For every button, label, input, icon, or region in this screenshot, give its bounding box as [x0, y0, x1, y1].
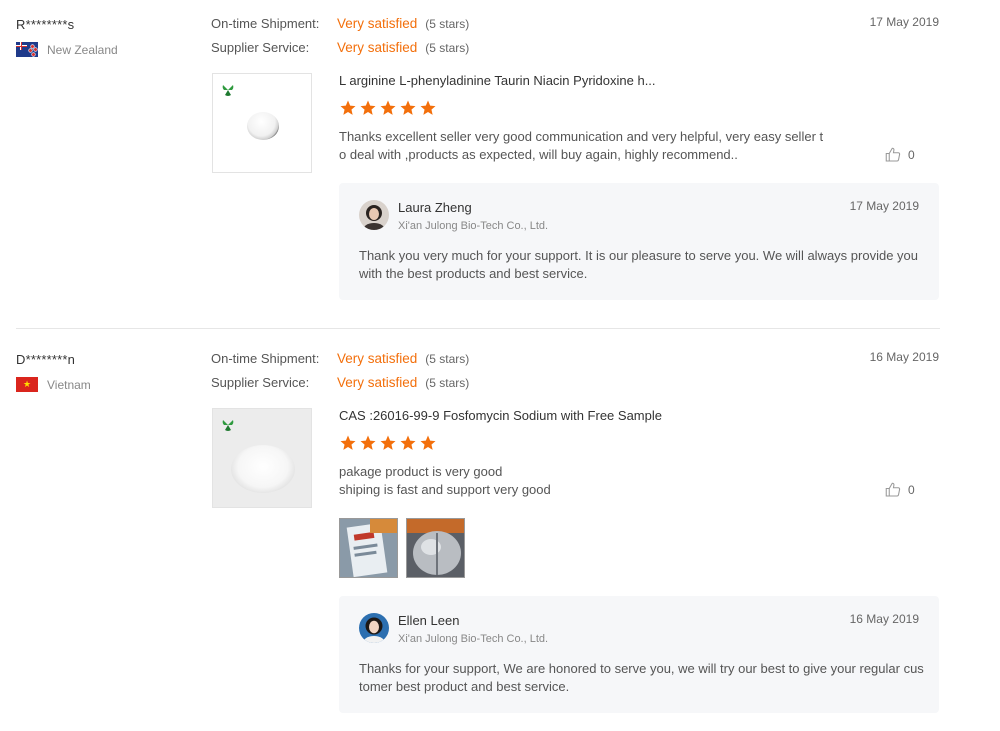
rating-stars-text: (5 stars) — [425, 352, 470, 366]
review-date: 17 May 2019 — [869, 15, 939, 29]
review-star-rating — [339, 99, 437, 117]
supplier-reply: Ellen Leen Xi'an Julong Bio-Tech Co., Lt… — [339, 596, 939, 713]
product-image — [231, 445, 295, 493]
reply-company: Xi'an Julong Bio-Tech Co., Ltd. — [398, 633, 549, 645]
review-text: Thanks excellent seller very good commun… — [339, 129, 824, 162]
star-icon — [360, 435, 376, 450]
new-zealand-flag-icon — [16, 42, 38, 57]
buyer-name: R********s — [16, 17, 75, 32]
reply-author-name: Laura Zheng — [398, 200, 472, 215]
rating-label: On-time Shipment: — [211, 351, 320, 366]
company-logo-icon — [222, 420, 234, 431]
star-icon — [340, 435, 356, 450]
review-photo[interactable] — [339, 518, 398, 578]
reply-date: 16 May 2019 — [849, 612, 919, 626]
rating-stars-text: (5 stars) — [425, 17, 470, 31]
star-icon — [420, 435, 436, 450]
rating-label: Supplier Service: — [211, 40, 310, 55]
star-icon — [420, 100, 436, 115]
buyer-country: ★ Vietnam — [16, 377, 91, 392]
supplier-reply: Laura Zheng Xi'an Julong Bio-Tech Co., L… — [339, 183, 939, 300]
product-title-link[interactable]: CAS :26016-99-9 Fosfomycin Sodium with F… — [339, 408, 662, 423]
review-text: pakage product is very good shiping is f… — [339, 463, 829, 499]
reply-text: Thank you very much for your support. It… — [359, 248, 919, 281]
rating-stars-text: (5 stars) — [425, 41, 470, 55]
vietnam-flag-icon: ★ — [16, 377, 38, 392]
star-icon — [380, 435, 396, 450]
rating-value: Very satisfied — [337, 351, 418, 366]
ontime-shipment-rating: On-time Shipment: Very satisfied (5 star… — [211, 351, 469, 375]
like-count: 0 — [908, 148, 915, 162]
product-thumbnail[interactable] — [212, 73, 312, 173]
supplier-ratings: On-time Shipment: Very satisfied (5 star… — [211, 351, 469, 399]
reply-text: Thanks for your support, We are honored … — [359, 661, 924, 694]
avatar — [359, 200, 389, 230]
like-button[interactable]: 0 — [884, 146, 915, 164]
buyer-country: New Zealand — [16, 42, 118, 57]
thumbs-up-icon — [885, 147, 901, 162]
like-button[interactable]: 0 — [884, 481, 915, 499]
rating-value: Very satisfied — [337, 40, 418, 55]
star-icon — [360, 100, 376, 115]
star-icon — [340, 100, 356, 115]
supplier-service-rating: Supplier Service: Very satisfied (5 star… — [211, 375, 469, 399]
star-icon — [380, 100, 396, 115]
divider — [16, 328, 940, 329]
like-count: 0 — [908, 483, 915, 497]
rating-value: Very satisfied — [337, 375, 418, 390]
supplier-ratings: On-time Shipment: Very satisfied (5 star… — [211, 16, 469, 64]
rating-stars-text: (5 stars) — [425, 376, 470, 390]
review-item: R********s New Zealand On-time Shipment:… — [0, 0, 1000, 330]
country-name: New Zealand — [47, 42, 118, 57]
ontime-shipment-rating: On-time Shipment: Very satisfied (5 star… — [211, 16, 469, 40]
star-icon — [400, 100, 416, 115]
reply-date: 17 May 2019 — [849, 199, 919, 213]
product-title-link[interactable]: L arginine L-phenyladinine Taurin Niacin… — [339, 73, 656, 88]
rating-label: Supplier Service: — [211, 375, 310, 390]
review-date: 16 May 2019 — [869, 350, 939, 364]
country-name: Vietnam — [47, 377, 91, 392]
reply-company: Xi'an Julong Bio-Tech Co., Ltd. — [398, 220, 549, 232]
star-icon — [400, 435, 416, 450]
review-item: D********n ★ Vietnam On-time Shipment: V… — [0, 330, 1000, 731]
review-text-line: shiping is fast and support very good — [339, 482, 551, 497]
supplier-service-rating: Supplier Service: Very satisfied (5 star… — [211, 40, 469, 64]
thumbs-up-icon — [885, 482, 901, 497]
buyer-name: D********n — [16, 352, 76, 367]
product-image — [247, 112, 279, 140]
review-star-rating — [339, 434, 437, 452]
product-thumbnail[interactable] — [212, 408, 312, 508]
review-photos — [339, 518, 465, 578]
company-logo-icon — [222, 85, 234, 96]
review-text-line: pakage product is very good — [339, 464, 503, 479]
review-photo[interactable] — [406, 518, 465, 578]
avatar — [359, 613, 389, 643]
reply-author-name: Ellen Leen — [398, 613, 460, 628]
rating-value: Very satisfied — [337, 16, 418, 31]
rating-label: On-time Shipment: — [211, 16, 320, 31]
